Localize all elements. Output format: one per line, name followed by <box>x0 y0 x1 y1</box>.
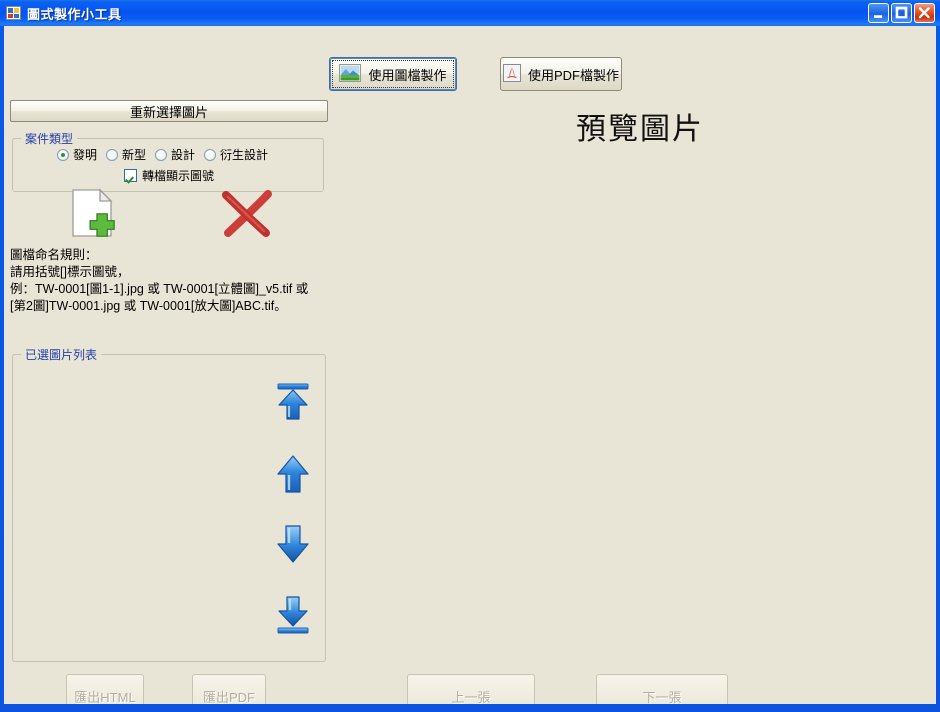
radio-design[interactable]: 設計 <box>155 146 195 163</box>
previous-image-button[interactable]: 上一張 <box>407 674 535 704</box>
make-from-image-label: 使用圖檔製作 <box>368 67 447 83</box>
show-figure-number-label: 轉檔顯示圖號 <box>142 169 215 183</box>
radio-invention-label: 發明 <box>73 148 98 162</box>
maximize-button[interactable] <box>891 3 912 23</box>
radio-invention[interactable]: 發明 <box>57 146 97 163</box>
radio-dot-icon <box>204 148 217 161</box>
minimize-button[interactable] <box>868 3 889 23</box>
preview-canvas[interactable] <box>340 146 932 666</box>
radio-dot-icon <box>155 148 168 161</box>
next-image-button[interactable]: 下一張 <box>596 674 728 704</box>
application-window: 圖式製作小工具 使用圖檔製作 使用PDF檔製作 重新選擇圖片 案件類型 發明 新… <box>0 0 940 712</box>
next-image-label: 下一張 <box>642 690 682 704</box>
make-from-pdf-label: 使用PDF檔製作 <box>527 67 619 83</box>
naming-rules-text: 圖檔命名規則： 請用括號[]標示圖號， 例：TW-0001[圖1-1].jpg … <box>10 248 309 313</box>
window-title: 圖式製作小工具 <box>27 7 122 22</box>
show-figure-number-checkbox[interactable]: 轉檔顯示圖號 <box>124 167 214 184</box>
close-button[interactable] <box>914 3 935 23</box>
arrow-up-icon[interactable] <box>265 448 321 500</box>
reselect-images-button[interactable]: 重新選擇圖片 <box>10 100 328 122</box>
radio-design-label: 設計 <box>171 148 196 162</box>
preview-title: 預覽圖片 <box>576 112 704 147</box>
make-from-pdf-content: 使用PDF檔製作 <box>502 63 619 85</box>
radio-utility-model[interactable]: 新型 <box>106 146 146 163</box>
picture-icon <box>339 63 362 85</box>
selected-image-list-title: 已選圖片列表 <box>21 346 102 363</box>
make-from-pdf-button[interactable]: 使用PDF檔製作 <box>500 57 622 91</box>
case-type-group-title: 案件類型 <box>21 130 78 147</box>
app-icon <box>6 5 22 21</box>
selected-image-list-groupbox: 已選圖片列表 <box>12 346 326 662</box>
radio-utility-model-label: 新型 <box>122 148 147 162</box>
radio-derivative-design[interactable]: 衍生設計 <box>204 146 268 163</box>
make-from-image-button[interactable]: 使用圖檔製作 <box>329 57 457 91</box>
export-pdf-button[interactable]: 匯出PDF <box>192 674 266 704</box>
radio-dot-icon <box>106 148 119 161</box>
checkbox-check-icon <box>124 169 137 182</box>
export-html-button[interactable]: 匯出HTML <box>66 674 144 704</box>
previous-image-label: 上一張 <box>451 690 491 704</box>
make-from-image-content: 使用圖檔製作 <box>339 63 447 85</box>
reselect-images-label: 重新選擇圖片 <box>129 104 208 120</box>
red-x-delete-icon[interactable] <box>220 189 274 239</box>
pdf-icon <box>502 63 521 85</box>
title-bar: 圖式製作小工具 <box>0 0 940 26</box>
client-area: 使用圖檔製作 使用PDF檔製作 重新選擇圖片 案件類型 發明 新型 設計 衍生設… <box>4 26 936 704</box>
case-type-groupbox: 案件類型 發明 新型 設計 衍生設計 轉檔顯示圖號 <box>12 130 324 192</box>
export-pdf-label: 匯出PDF <box>202 690 255 704</box>
case-type-radio-group: 發明 新型 設計 衍生設計 <box>57 146 268 163</box>
add-file-icon[interactable] <box>64 186 120 242</box>
arrow-to-top-icon[interactable] <box>265 377 321 429</box>
export-html-label: 匯出HTML <box>74 690 136 704</box>
radio-derivative-design-label: 衍生設計 <box>220 148 269 162</box>
arrow-down-icon[interactable] <box>265 518 321 570</box>
radio-dot-icon <box>57 148 69 161</box>
arrow-to-bottom-icon[interactable] <box>265 588 321 640</box>
